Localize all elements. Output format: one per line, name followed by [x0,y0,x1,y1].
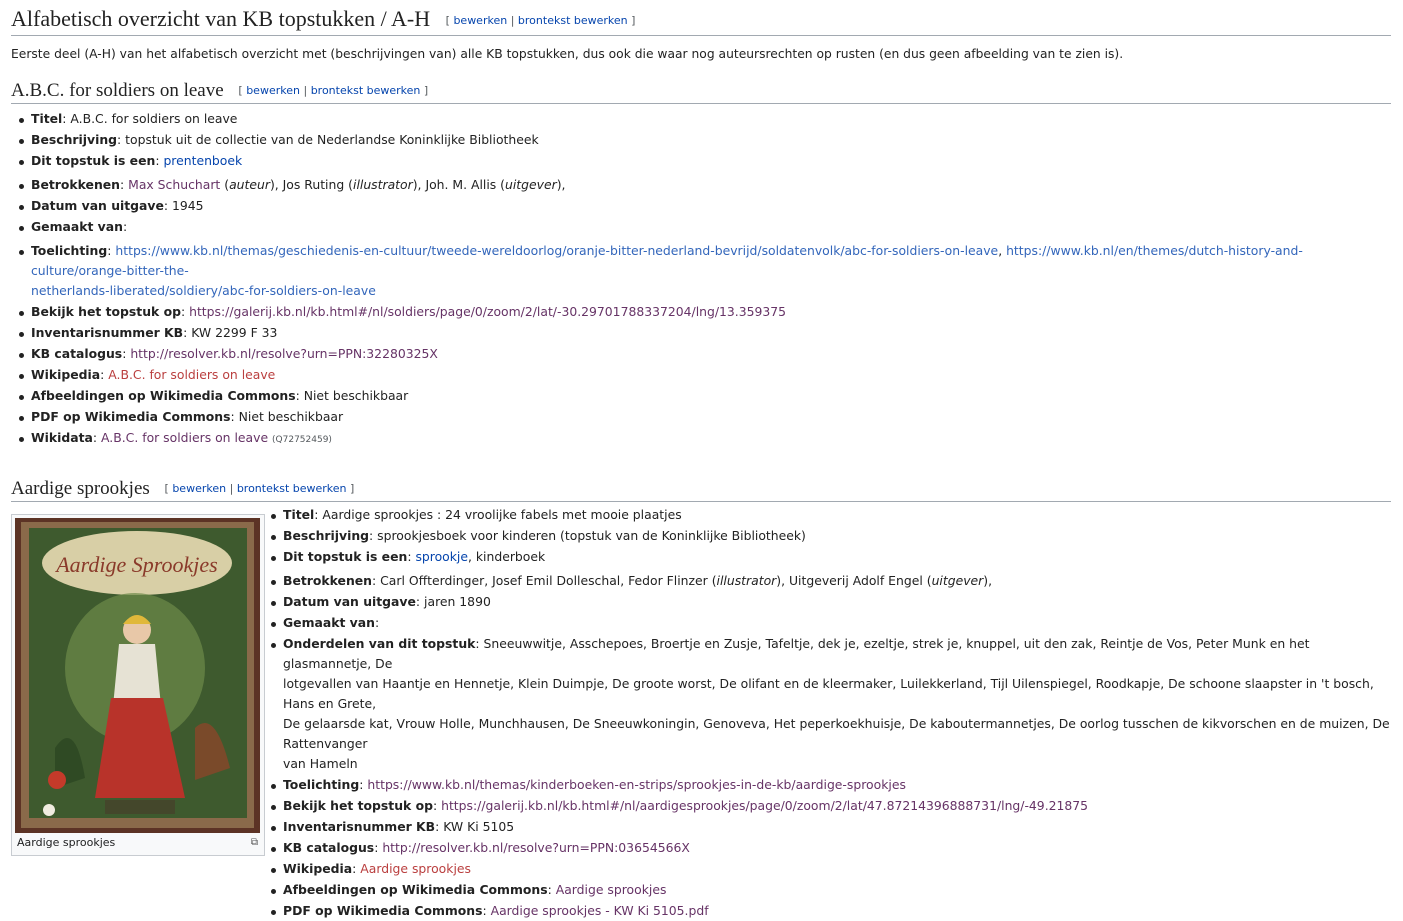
list-item: Wikidata: A.B.C. for soldiers on leave (… [19,428,1391,450]
list-item: Inventarisnummer KB: KW Ki 5105 [271,817,1391,837]
wikipedia-link[interactable]: A.B.C. for soldiers on leave [108,367,275,382]
category-link[interactable]: sprookje [415,549,468,564]
section-edit-links: [ bewerken | brontekst bewerken ] [164,482,355,495]
list-item: PDF op Wikimedia Commons: Niet beschikba… [19,407,1391,427]
list-item: Gemaakt van: [271,613,1391,633]
list-item: Bekijk het topstuk op: https://galerij.k… [271,796,1391,816]
list-item: Datum van uitgave: 1945 [19,196,1391,216]
list-item: Bekijk het topstuk op: https://galerij.k… [19,302,1391,322]
commons-pdf-link[interactable]: Aardige sprookjes - KW Ki 5105.pdf [491,903,709,918]
list-item: Wikipedia: Aardige sprookjes [271,859,1391,879]
edit-source-link[interactable]: brontekst bewerken [311,84,421,97]
list-item: Betrokkenen: Carl Offterdinger, Josef Em… [271,571,1391,591]
external-link[interactable]: https://galerij.kb.nl/kb.html#/nl/aardig… [441,798,1088,813]
list-item: Wikipedia: A.B.C. for soldiers on leave [19,365,1391,385]
list-item: Afbeeldingen op Wikimedia Commons: Niet … [19,386,1391,406]
list-item: Toelichting: https://www.kb.nl/themas/ki… [271,775,1391,795]
section-abc: A.B.C. for soldiers on leave [ bewerken … [11,80,1391,450]
external-link[interactable]: https://www.kb.nl/themas/geschiedenis-en… [115,243,998,258]
details-list: Titel: A.B.C. for soldiers on leave Besc… [11,109,1391,450]
thumbnail-caption: Aardige sprookjes [17,836,116,849]
external-link[interactable]: http://resolver.kb.nl/resolve?urn=PPN:03… [382,840,690,855]
list-item: Beschrijving: sprookjesboek voor kindere… [271,526,1391,546]
edit-link[interactable]: bewerken [246,84,300,97]
person-link[interactable]: Max Schuchart [128,177,220,192]
list-item: Afbeeldingen op Wikimedia Commons: Aardi… [271,880,1391,900]
edit-link[interactable]: bewerken [453,14,507,27]
svg-text:Aardige Sprookjes: Aardige Sprookjes [54,552,218,577]
book-cover-illustration: Aardige Sprookjes [15,518,260,833]
section-heading: A.B.C. for soldiers on leave [ bewerken … [11,80,1391,104]
title-edit-links: [ bewerken | brontekst bewerken ] [445,14,636,27]
list-item: Dit topstuk is een: prentenboek [19,151,1391,171]
book-cover-image[interactable]: Aardige Sprookjes [15,518,260,833]
list-item: Beschrijving: topstuk uit de collectie v… [19,130,1391,150]
edit-link[interactable]: bewerken [172,482,226,495]
magnify-icon[interactable]: ⧉ [251,837,258,848]
section-aardige-sprookjes: Aardige sprookjes [ bewerken | brontekst… [11,478,1391,502]
edit-source-link[interactable]: brontekst bewerken [237,482,347,495]
list-item: Gemaakt van: [19,217,1391,237]
list-item: PDF op Wikimedia Commons: Aardige sprook… [271,901,1391,921]
list-item: Titel: A.B.C. for soldiers on leave [19,109,1391,129]
page-title-text: Alfabetisch overzicht van KB topstukken … [11,6,431,31]
list-item: Dit topstuk is een: sprookje, kinderboek [271,547,1391,567]
list-item: Titel: Aardige sprookjes : 24 vroolijke … [271,505,1391,525]
external-link[interactable]: https://galerij.kb.nl/kb.html#/nl/soldie… [189,304,786,319]
external-link[interactable]: http://resolver.kb.nl/resolve?urn=PPN:32… [130,346,438,361]
page-content: Alfabetisch overzicht van KB topstukken … [11,0,1391,918]
thumbnail-frame: Aardige Sprookjes Aardige sprookjes ⧉ [11,514,265,856]
wikipedia-link[interactable]: Aardige sprookjes [360,861,471,876]
list-item: Toelichting: https://www.kb.nl/themas/ge… [19,241,1391,301]
external-link[interactable]: https://www.kb.nl/themas/kinderboeken-en… [367,777,906,792]
category-link[interactable]: prentenboek [163,153,242,168]
section-details: Titel: Aardige sprookjes : 24 vroolijke … [263,505,1391,921]
list-item: KB catalogus: http://resolver.kb.nl/reso… [271,838,1391,858]
external-link[interactable]: netherlands-liberated/soldiery/abc-for-s… [31,283,376,298]
list-item: Onderdelen van dit topstuk: Sneeuwwitje,… [271,634,1391,774]
intro-text: Eerste deel (A-H) van het alfabetisch ov… [11,47,1124,61]
commons-link[interactable]: Aardige sprookjes [556,882,667,897]
page-title: Alfabetisch overzicht van KB topstukken … [11,0,1391,36]
section-edit-links: [ bewerken | brontekst bewerken ] [238,84,429,97]
details-list: Titel: Aardige sprookjes : 24 vroolijke … [263,505,1391,921]
list-item: Inventarisnummer KB: KW 2299 F 33 [19,323,1391,343]
list-item: Betrokkenen: Max Schuchart (auteur), Jos… [19,175,1391,195]
wikidata-link[interactable]: A.B.C. for soldiers on leave [101,430,268,445]
list-item: Datum van uitgave: jaren 1890 [271,592,1391,612]
section-heading: Aardige sprookjes [ bewerken | brontekst… [11,478,1391,502]
list-item: KB catalogus: http://resolver.kb.nl/reso… [19,344,1391,364]
edit-source-link[interactable]: brontekst bewerken [518,14,628,27]
